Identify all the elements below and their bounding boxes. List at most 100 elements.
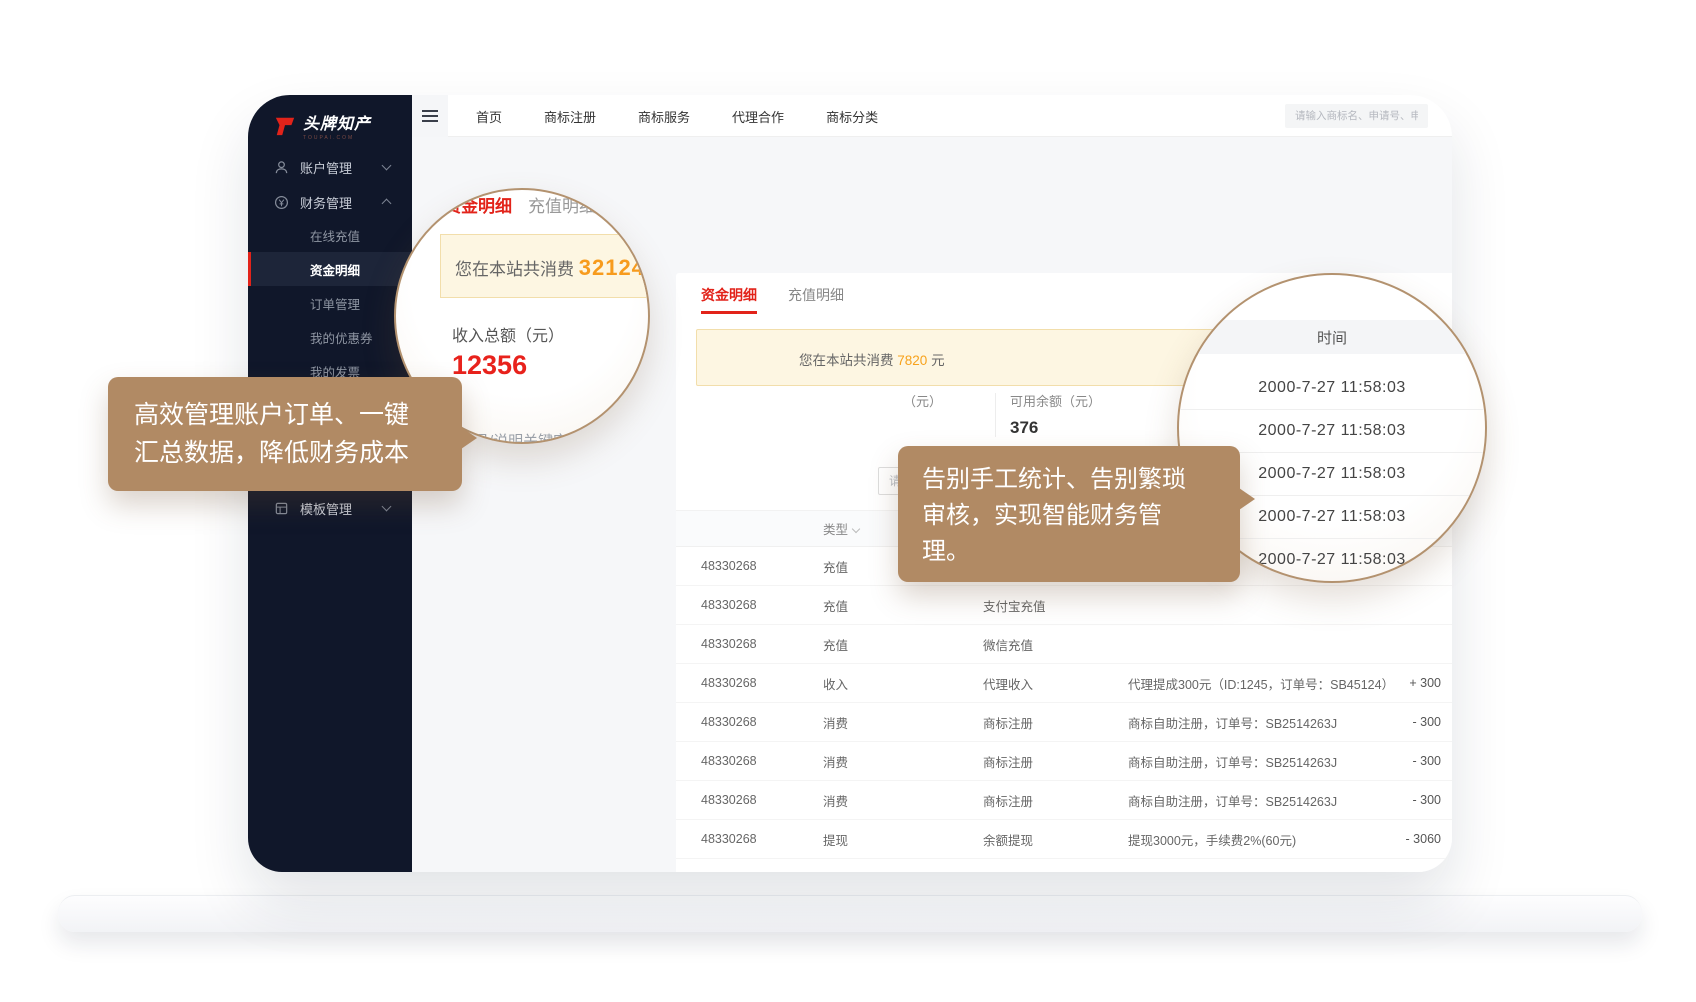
magnified-time-header: 时间 [1177, 320, 1487, 354]
user-icon [274, 160, 289, 175]
cell-desc: 提现3000元，手续费2%(60元) [1128, 830, 1393, 849]
sidebar-item-label: 财务管理 [300, 193, 352, 212]
cell-type: 收入 [823, 674, 983, 693]
cell-desc: 商标自助注册，订单号：SB2514263J [1128, 713, 1393, 732]
sidebar-item-order-management[interactable]: 订单管理 [248, 286, 412, 320]
table-row: 48330268 充值 支付宝充值 2000-7-27 11:58:03 [676, 586, 1452, 625]
magnified-income-value: 12356 [452, 350, 527, 381]
table-row: 48330268 消费 商标注册 商标自助注册，订单号：SB2514263J -… [676, 703, 1452, 742]
sidebar-item-label: 我的优惠券 [310, 328, 373, 347]
sidebar-item-label: 账户管理 [300, 158, 352, 177]
cell-desc: 商标自助注册，订单号：SB2514263J [1128, 752, 1393, 771]
magnified-banner: 您在本站共消费 32124 [440, 234, 650, 298]
stat-divider [995, 393, 996, 437]
cell-type: 消费 [823, 752, 983, 771]
cell-type: 充值 [823, 596, 983, 615]
nav-link[interactable]: 商标服务 [638, 107, 690, 126]
logo-title: 头牌知产 [303, 115, 371, 135]
cell-order-number: 48330268 [701, 715, 823, 729]
hamburger-menu-button[interactable] [412, 95, 448, 137]
cell-project: 商标注册 [983, 752, 1128, 771]
tab-recharge-details[interactable]: 充值明细 [788, 285, 844, 305]
search-input[interactable] [1285, 104, 1428, 128]
cell-order-number: 48330268 [701, 754, 823, 768]
page: 头牌知产 TOUPAI.COM 账户管理 财务管理 [0, 0, 1696, 1002]
chevron-up-icon [382, 198, 392, 208]
logo-subtext: TOUPAI.COM [303, 135, 371, 141]
cell-balance: ¥12231 [1441, 715, 1452, 729]
magnified-tab-inactive: 充值明细 [528, 192, 596, 217]
sidebar-item-coupons[interactable]: 我的优惠券 [248, 320, 412, 354]
cell-order-number: 48330268 [701, 598, 823, 612]
cell-order-number: 48330268 [701, 637, 823, 651]
cell-type: 消费 [823, 791, 983, 810]
tab-fund-details[interactable]: 资金明细 [701, 285, 757, 305]
cell-order-number: 48330268 [701, 559, 823, 573]
sort-chevron-icon [852, 525, 860, 533]
cell-project: 微信充值 [983, 635, 1128, 654]
cell-type: 提现 [823, 830, 983, 849]
logo: 头牌知产 TOUPAI.COM [274, 115, 371, 141]
cell-project: 余额提现 [983, 830, 1128, 849]
cell-order-number: 48330268 [701, 676, 823, 690]
cell-amount: - 300 [1393, 715, 1441, 729]
top-navbar: 首页 商标注册 商标服务 代理合作 商标分类 [412, 95, 1452, 137]
cell-balance: ¥12231 [1441, 676, 1452, 690]
sidebar-item-finance[interactable]: 财务管理 [248, 185, 412, 219]
cell-order-number: 48330268 [701, 793, 823, 807]
consumption-amount: 7820 [897, 353, 927, 368]
sidebar-item-account[interactable]: 账户管理 [248, 150, 412, 184]
cell-type: 消费 [823, 713, 983, 732]
template-icon [274, 501, 289, 516]
nav-link[interactable]: 商标分类 [826, 107, 878, 126]
cell-amount: - 300 [1393, 754, 1441, 768]
nav-link[interactable]: 商标注册 [544, 107, 596, 126]
cell-desc: 商标自助注册，订单号：SB2514263J [1128, 791, 1393, 810]
chevron-down-icon [382, 501, 392, 511]
cell-amount: - 3060 [1393, 832, 1441, 846]
cell-amount: - 300 [1393, 793, 1441, 807]
tooltip-left: 高效管理账户订单、一键 汇总数据，降低财务成本 [108, 377, 462, 491]
cell-desc: 代理提成300元（ID:1245，订单号：SB45124） [1128, 674, 1393, 693]
finance-icon [274, 195, 289, 210]
consumption-banner-text: 您在本站共消费 7820 元 [799, 349, 945, 369]
cell-balance: ¥12231 [1441, 832, 1452, 846]
stat-label: （元） [903, 391, 942, 410]
cell-project: 支付宝充值 [983, 596, 1128, 615]
table-row: 48330268 充值 微信充值 2000-7-27 11:58:03 [676, 625, 1452, 664]
table-row: 48330268 消费 商标注册 商标自助注册，订单号：SB2514263J -… [676, 742, 1452, 781]
magnified-time-value: 2000-7-27 11:58:03 [1179, 367, 1485, 410]
nav-links: 首页 商标注册 商标服务 代理合作 商标分类 [476, 95, 878, 137]
cell-amount: + 300 [1393, 676, 1441, 690]
table-row: 48330268 消费 商标注册 商标自助注册，订单号：SB2514263J -… [676, 781, 1452, 820]
sidebar-item-label: 在线充值 [310, 226, 360, 245]
table-row: 48330268 收入 代理收入 代理提成300元（ID:1245，订单号：SB… [676, 664, 1452, 703]
table-row: 48330268 提现 余额提现 提现3000元，手续费2%(60元) - 30… [676, 820, 1452, 859]
nav-link[interactable]: 代理合作 [732, 107, 784, 126]
cell-project: 商标注册 [983, 791, 1128, 810]
sidebar-item-templates[interactable]: 模板管理 [248, 491, 412, 525]
magnified-tab-active: 资金明细 [444, 192, 512, 217]
magnified-consumption-amount: 32124 [579, 255, 645, 280]
magnified-income-label: 收入总额（元） [452, 322, 564, 346]
cell-order-number: 48330268 [701, 832, 823, 846]
sidebar-item-online-recharge[interactable]: 在线充值 [248, 218, 412, 252]
tooltip-right: 告别手工统计、告别繁琐 审核，实现智能财务管 理。 [898, 446, 1240, 582]
sidebar-item-label: 模板管理 [300, 499, 352, 518]
stat-partial: （元） [903, 391, 942, 410]
chevron-down-icon [382, 160, 392, 170]
sidebar-item-label: 订单管理 [310, 294, 360, 313]
sidebar-item-label: 资金明细 [310, 260, 360, 279]
stat-value: 376 [1010, 418, 1101, 438]
stat-label: 可用余额（元） [1010, 391, 1101, 410]
logo-icon [274, 115, 296, 137]
cell-project: 代理收入 [983, 674, 1128, 693]
table-body: 48330268 充值 微信充值 2000-7-27 11:58:03 4833… [676, 547, 1452, 859]
laptop-base [58, 895, 1642, 932]
cell-type: 充值 [823, 635, 983, 654]
sidebar-item-fund-details[interactable]: 资金明细 [248, 252, 412, 286]
stat-available-balance: 可用余额（元） 376 [1010, 391, 1101, 438]
cell-project: 商标注册 [983, 713, 1128, 732]
cell-balance: ¥12231 [1441, 754, 1452, 768]
nav-link[interactable]: 首页 [476, 107, 502, 126]
